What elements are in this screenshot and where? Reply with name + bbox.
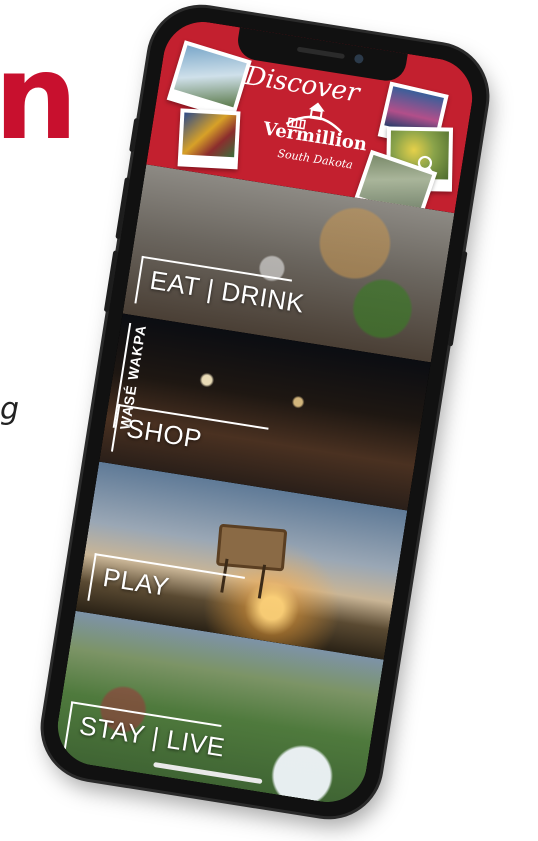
brand-wordmark-fragment: n [0, 28, 78, 166]
mute-switch [129, 117, 140, 153]
magnifier-icon[interactable] [414, 153, 439, 178]
front-camera-icon [353, 53, 365, 64]
phone-screen: Discover Vermillion South Dakota EAT | D… [52, 16, 478, 808]
speaker-grille [296, 46, 345, 60]
tagline-fragment: g [0, 392, 20, 427]
volume-down-button [103, 250, 119, 313]
polaroid-photo [177, 108, 241, 170]
phone-mockup: Discover Vermillion South Dakota EAT | D… [36, 0, 494, 824]
polaroid-photo [166, 40, 252, 121]
power-button [447, 250, 468, 347]
volume-up-button [115, 177, 130, 240]
